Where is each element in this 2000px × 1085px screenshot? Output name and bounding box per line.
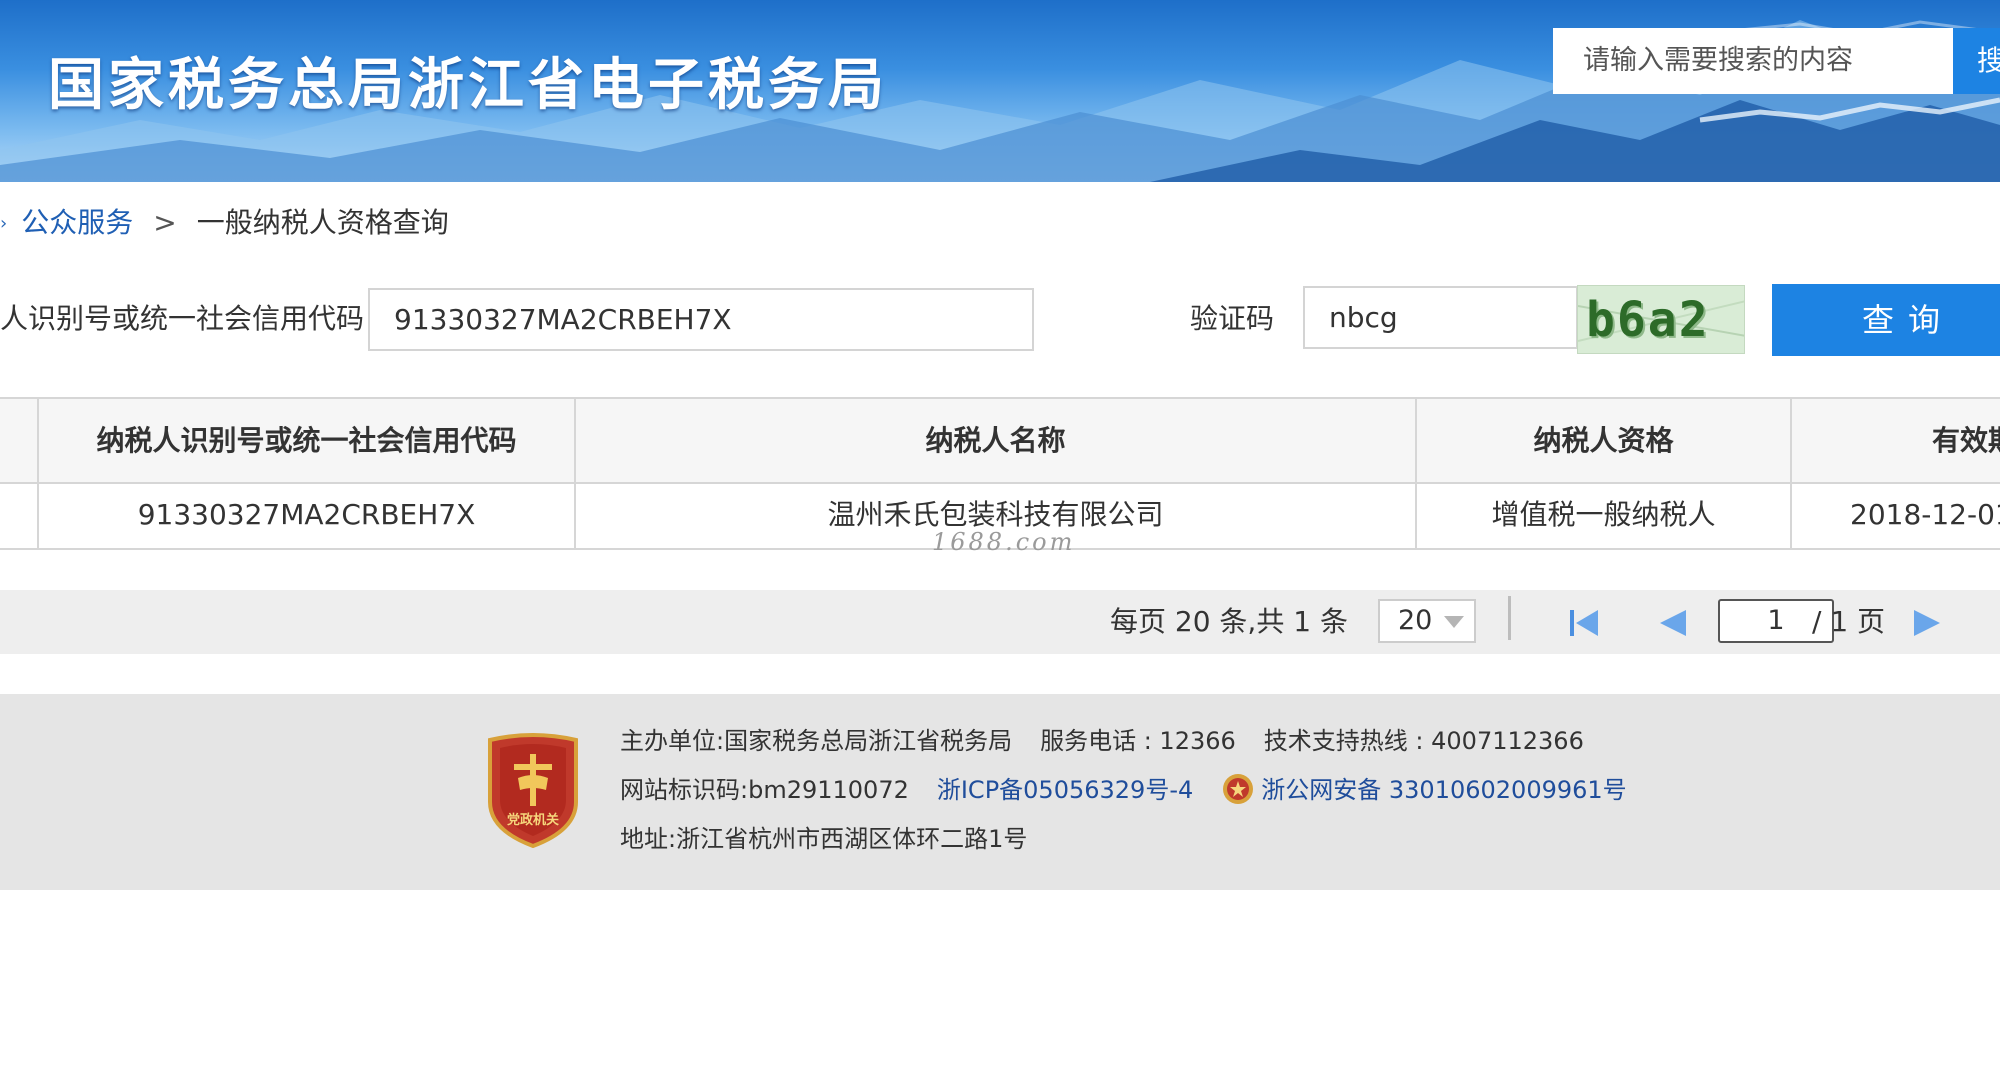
taxpayer-id-input[interactable]: 91330327MA2CRBEH7X — [368, 288, 1034, 351]
footer-site-code: 网站标识码:bm29110072 — [620, 776, 909, 804]
footer-icp-link[interactable]: 浙ICP备05056329号-4 — [937, 776, 1193, 804]
previous-page-icon[interactable] — [1656, 608, 1688, 638]
search-button[interactable]: 搜 — [1953, 28, 2000, 94]
captcha-input[interactable]: nbcg — [1303, 286, 1578, 349]
footer-police-record-link[interactable]: 浙公网安备 33010602009961号 — [1261, 776, 1626, 804]
footer-line-2: 网站标识码:bm29110072 浙ICP备05056329号-4 浙公网安备 3… — [620, 773, 1627, 808]
taxpayer-id-label: 人识别号或统一社会信用代码 — [0, 302, 365, 335]
breadcrumb-current: 一般纳税人资格查询 — [196, 206, 449, 239]
police-badge-icon — [1223, 774, 1254, 804]
pagination-bar: 每页 20 条,共 1 条 20 1 / 1 页 — [0, 590, 2000, 654]
breadcrumb-separator: > — [153, 206, 177, 239]
site-title: 国家税务总局浙江省电子税务局 — [48, 53, 888, 118]
pagination-summary: 每页 20 条,共 1 条 — [1110, 605, 1348, 638]
footer-support: 技术支持热线 : 4007112366 — [1263, 727, 1584, 755]
site-footer: 党政机关 主办单位:国家税务总局浙江省税务局 服务电话 : 12366 技术支持热线… — [0, 694, 2000, 890]
watermark: 1688.com — [932, 528, 1076, 556]
breadcrumb-link-public-service[interactable]: 公众服务 — [21, 206, 133, 239]
column-header-validity: 有效期 — [1790, 399, 2000, 482]
page-size-select[interactable]: 20 — [1378, 599, 1476, 643]
table-cell-blank — [0, 484, 37, 548]
results-table-header: 纳税人识别号或统一社会信用代码 纳税人名称 纳税人资格 有效期 — [0, 397, 2000, 484]
cell-taxpayer-id: 91330327MA2CRBEH7X — [37, 484, 574, 548]
total-pages: / 1 页 — [1812, 605, 1886, 638]
cell-valid-from: 2018-12-01- — [1790, 484, 2000, 548]
footer-line-1: 主办单位:国家税务总局浙江省税务局 服务电话 : 12366 技术支持热线 : 40… — [620, 724, 1584, 758]
next-page-icon[interactable] — [1912, 608, 1944, 638]
column-header-id: 纳税人识别号或统一社会信用代码 — [37, 399, 574, 482]
captcha-label: 验证码 — [1190, 302, 1275, 335]
footer-phone: 服务电话 : 12366 — [1040, 727, 1236, 755]
emblem-text: 党政机关 — [507, 812, 559, 828]
footer-host: 主办单位:国家税务总局浙江省税务局 — [620, 727, 1013, 755]
breadcrumb: › 公众服务 > 一般纳税人资格查询 — [0, 200, 449, 246]
page-size-value: 20 — [1398, 605, 1433, 636]
footer-address: 地址:浙江省杭州市西湖区体环二路1号 — [620, 825, 1028, 853]
header-banner: 国家税务总局浙江省电子税务局 请输入需要搜索的内容 搜 — [0, 0, 2000, 182]
party-government-emblem-icon[interactable]: 党政机关 — [484, 732, 582, 848]
chevron-down-icon — [1444, 616, 1464, 628]
search-input[interactable]: 请输入需要搜索的内容 — [1553, 28, 1953, 94]
table-header-cell-blank — [0, 399, 37, 482]
captcha-text: b6a2 — [1586, 292, 1710, 348]
query-button[interactable]: 查询 — [1772, 284, 2000, 356]
captcha-image[interactable]: b6a2 — [1577, 285, 1745, 354]
first-page-icon[interactable] — [1568, 608, 1600, 638]
pagination-divider — [1508, 596, 1511, 640]
cell-qualification: 增值税一般纳税人 — [1415, 484, 1790, 548]
breadcrumb-arrow-icon: › — [0, 213, 8, 234]
column-header-qualification: 纳税人资格 — [1415, 399, 1790, 482]
column-header-name: 纳税人名称 — [574, 399, 1415, 482]
